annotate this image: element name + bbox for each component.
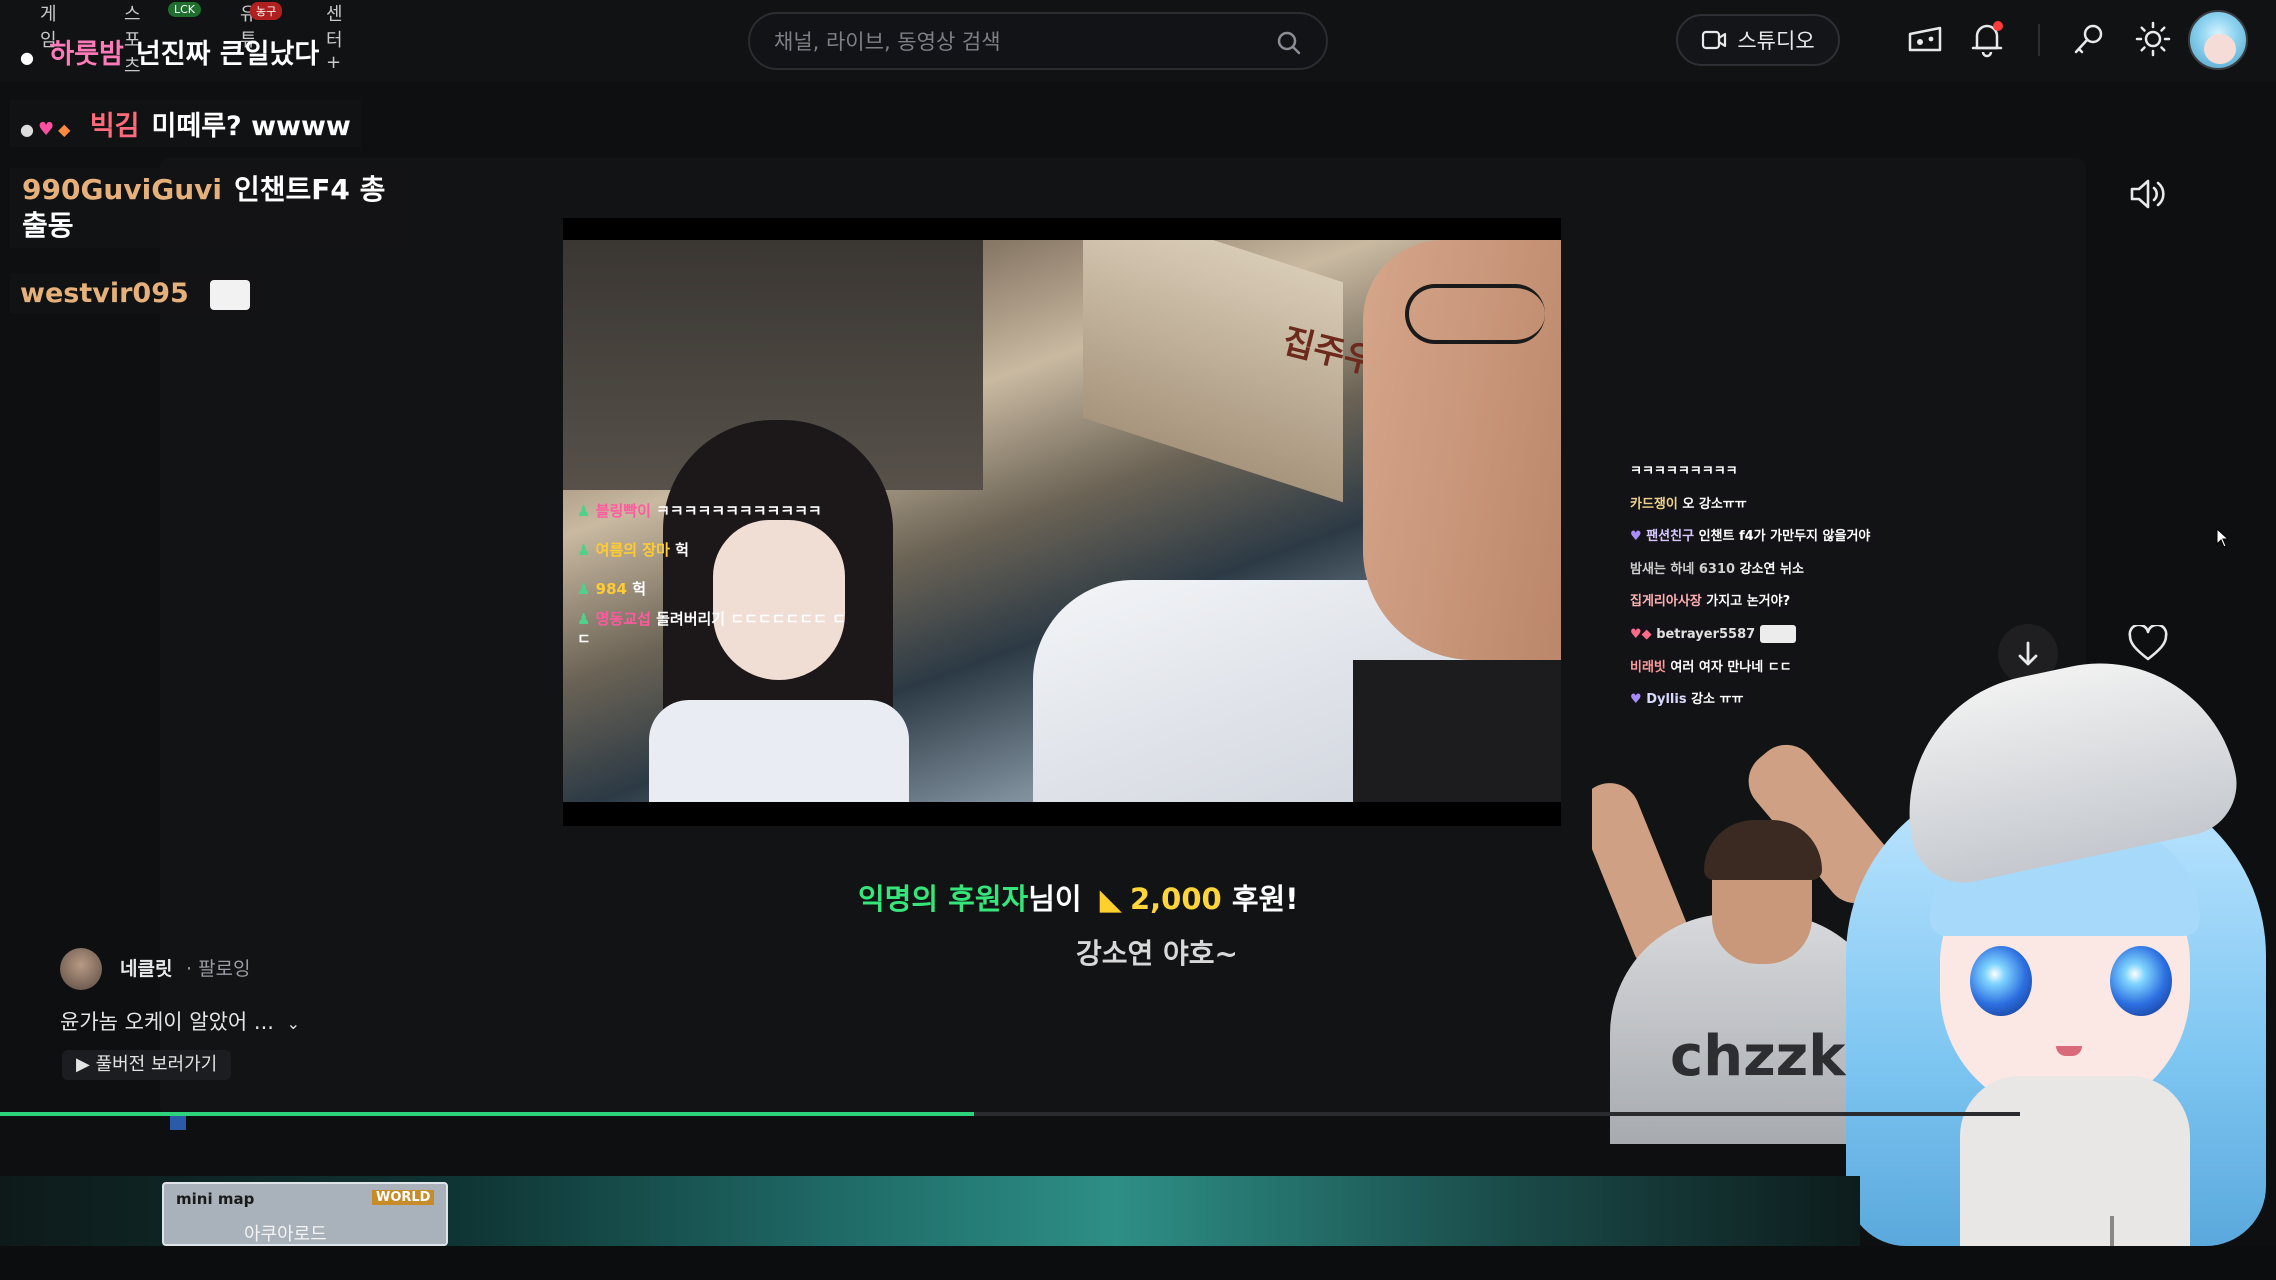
vtuber-eye bbox=[1970, 946, 2032, 1016]
volume-button[interactable] bbox=[2122, 168, 2174, 220]
video-chat-name: 984 bbox=[595, 580, 627, 598]
video-chat-name: 여름의 장마 bbox=[595, 541, 670, 559]
stream-chat-text: 강소연 뉘소 bbox=[1739, 561, 1804, 577]
chat-username: 빅김 bbox=[89, 111, 140, 142]
video-chat-text: 헉 bbox=[632, 580, 647, 598]
video-title[interactable]: 윤가놈 오케이 알았어 ... ⌄ bbox=[60, 1006, 300, 1036]
stream-chat-text: 강소 ㅠㅠ bbox=[1691, 692, 1744, 708]
stream-chat-row: ㅋㅋㅋㅋㅋㅋㅋㅋㅋ bbox=[1624, 458, 1904, 491]
video-chat-row: ♟ 984 헉 bbox=[577, 580, 647, 598]
key-icon[interactable] bbox=[2066, 16, 2112, 62]
stream-chat-text: 오 강소ㅠㅠ bbox=[1682, 496, 1747, 512]
stream-chat-name: 밤새는 하네 6310 bbox=[1630, 561, 1736, 577]
taskbar-ghost bbox=[170, 1116, 480, 1136]
minimap-title: mini map bbox=[176, 1190, 255, 1208]
scene-building bbox=[1083, 240, 1343, 503]
stream-chat-row: ♥◆ betrayer5587 bbox=[1624, 621, 1904, 654]
stream-chat-name: 집게리아사장 bbox=[1630, 594, 1702, 610]
stream-chat-text: 가지고 논거야? bbox=[1706, 594, 1791, 610]
donation-message: 강소연 야호~ bbox=[1076, 937, 1239, 970]
cheese-icon: ◣ bbox=[1099, 882, 1122, 916]
channel-avatar[interactable] bbox=[60, 948, 102, 990]
video-chat-text: ㅋㅋㅋㅋㅋㅋㅋㅋㅋㅋㅋㅋ bbox=[656, 502, 822, 520]
stream-chat-text: 인챈트 f4가 가만두지 않을거야 bbox=[1698, 529, 1871, 545]
progress-fill bbox=[0, 1112, 974, 1116]
scene-person-shirt bbox=[649, 700, 909, 802]
minimap-map-name: 아쿠아로드 bbox=[244, 1224, 327, 1245]
notification-bell-icon[interactable] bbox=[1964, 16, 2010, 62]
overlay-chat-line: westvir095 bbox=[10, 274, 261, 314]
video-chat-row: ♟ 여름의 장마 헉 bbox=[577, 541, 689, 559]
follow-status: · 팔로잉 bbox=[186, 958, 251, 980]
stream-chat-name: betrayer5587 bbox=[1656, 626, 1756, 642]
chat-message: 넌진짜 큰일났다 bbox=[135, 39, 320, 70]
lck-badge: LCK bbox=[168, 2, 202, 17]
world-button: WORLD bbox=[372, 1190, 435, 1205]
studio-camera-icon bbox=[1702, 30, 1727, 50]
mouse-cursor-icon bbox=[2216, 528, 2230, 548]
embedded-video: 집주우 ♟ 블링빡이 ㅋㅋㅋㅋㅋㅋㅋㅋㅋㅋㅋㅋ ♟ 여름의 장마 헉 ♟ 984… bbox=[563, 240, 1561, 802]
bottom-bar bbox=[0, 1246, 2276, 1280]
donation-amount: 2,000 bbox=[1129, 882, 1222, 916]
chat-badge-icon: ● bbox=[20, 120, 34, 139]
basketball-badge: 농구 bbox=[250, 2, 283, 20]
search-input[interactable] bbox=[774, 26, 1254, 58]
channel-name[interactable]: 네클릿 bbox=[120, 954, 172, 981]
stream-chat-name: 팬션친구 bbox=[1646, 529, 1695, 545]
chevron-down-icon[interactable]: ⌄ bbox=[287, 1014, 300, 1033]
minimap: mini map WORLD 아쿠아로드 bbox=[162, 1182, 448, 1246]
theme-sun-icon[interactable] bbox=[2130, 16, 2176, 62]
stream-chat-name: 카드쟁이 bbox=[1630, 496, 1678, 512]
stream-chat-row: 집게리아사장 가지고 논거야? bbox=[1624, 588, 1904, 621]
windows-icon bbox=[170, 1116, 186, 1130]
scene-glasses bbox=[1405, 284, 1545, 344]
chat-message: 미떼루? wwww bbox=[151, 111, 351, 142]
volume-icon bbox=[2130, 179, 2165, 209]
divider bbox=[2038, 24, 2040, 56]
chat-username: 하룻밤 bbox=[49, 39, 124, 70]
video-chat-row: ♟ 명동교섭 돌려버리기 ㄷㄷㄷㄷㄷㄷㄷ ㄷㄷ bbox=[577, 610, 846, 648]
chat-username: 990GuviGuvi bbox=[22, 173, 222, 206]
chat-badge-icon: ● bbox=[20, 48, 34, 67]
overlay-chat-line: ● 하룻밤 넌진짜 큰일났다 bbox=[10, 28, 329, 75]
stream-chat-text: ㅋㅋㅋㅋㅋㅋㅋㅋㅋ bbox=[1630, 464, 1738, 479]
video-chat-row: ♟ 블링빡이 ㅋㅋㅋㅋㅋㅋㅋㅋㅋㅋㅋㅋ bbox=[577, 502, 822, 520]
video-chat-overlay: ♟ 블링빡이 ㅋㅋㅋㅋㅋㅋㅋㅋㅋㅋㅋㅋ ♟ 여름의 장마 헉 ♟ 984 헉 ♟… bbox=[577, 492, 847, 649]
full-version-button[interactable]: ▶ 풀버전 보러가기 bbox=[62, 1050, 232, 1080]
scene-person-tee bbox=[1353, 660, 1561, 802]
donation-suffix: 님이 bbox=[1028, 882, 1082, 916]
user-avatar[interactable] bbox=[2188, 10, 2248, 70]
donation-alert: 익명의 후원자님이 ◣ 2,000 후원! bbox=[858, 876, 1298, 918]
donor-name: 익명의 후원자 bbox=[858, 882, 1029, 916]
video-chat-name: 명동교섭 bbox=[595, 610, 651, 628]
chat-badge-icon: ◆ bbox=[58, 120, 71, 139]
search-icon[interactable] bbox=[1276, 30, 1302, 56]
cheese-box-icon[interactable] bbox=[1902, 16, 1948, 62]
stream-chat-name: 비래빗 bbox=[1630, 659, 1666, 675]
video-chat-text: 헉 bbox=[675, 541, 689, 559]
chat-username: westvir095 bbox=[20, 278, 189, 309]
heart-badge-icon: ♥ bbox=[37, 119, 55, 140]
stream-chat-row: 카드쟁이 오 강소ㅠㅠ bbox=[1624, 491, 1904, 524]
vtuber-eye bbox=[2110, 946, 2172, 1016]
emote-icon bbox=[1759, 625, 1796, 644]
overlay-chat-line: ● ♥ ◆ 빅김 미떼루? wwww bbox=[10, 100, 361, 147]
stream-chat-row: ♥ 팬션친구 인챈트 f4가 가만두지 않을거야 bbox=[1624, 523, 1904, 556]
overlay-chat-line: 990GuviGuvi 인챈트F4 총출동 bbox=[10, 168, 405, 248]
vtuber-avatar bbox=[1820, 656, 2276, 1280]
stream-chat-row: 밤새는 하네 6310 강소연 뉘소 bbox=[1624, 556, 1904, 589]
stream-chat-text: 여러 여자 만나네 ㄷㄷ bbox=[1670, 659, 1792, 675]
studio-button[interactable]: 스튜디오 bbox=[1676, 14, 1840, 66]
video-title-text: 윤가놈 오케이 알았어 ... bbox=[60, 1010, 274, 1034]
emote-icon bbox=[210, 279, 251, 310]
donation-label: 후원! bbox=[1231, 882, 1299, 916]
studio-label: 스튜디오 bbox=[1737, 29, 1815, 53]
search-bar[interactable] bbox=[748, 12, 1328, 70]
video-chat-name: 블링빡이 bbox=[595, 502, 651, 520]
stream-chat-name: Dyllis bbox=[1646, 692, 1687, 708]
